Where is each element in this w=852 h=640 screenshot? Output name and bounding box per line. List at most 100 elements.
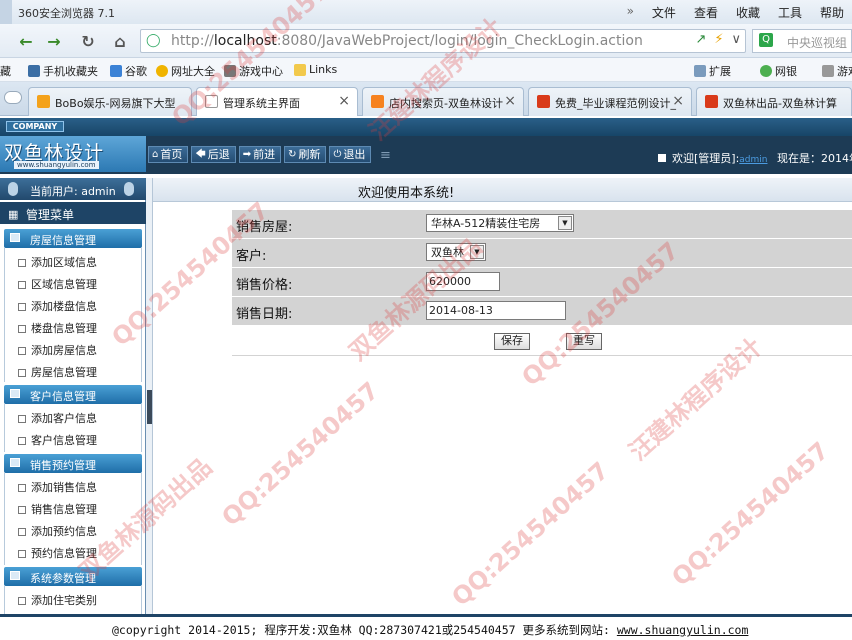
- game-icon: [822, 65, 834, 77]
- app-header: COMPANY 双鱼林设计 www.shuangyulin.com ⌂ 首页 🡄 后…: [0, 118, 852, 174]
- page-icon: [18, 369, 26, 377]
- share-icon[interactable]: ↗: [695, 32, 706, 47]
- refresh-icon: ↻: [288, 149, 297, 160]
- watermark-qq: QQ:254540457: [216, 376, 385, 532]
- close-icon[interactable]: ×: [672, 93, 684, 109]
- group-customer[interactable]: 客户信息管理: [4, 385, 142, 404]
- collapse-handle[interactable]: [147, 390, 152, 424]
- sidebar-item-label: 区域信息管理: [31, 278, 97, 291]
- fav-games-right[interactable]: 游戏: [822, 63, 852, 79]
- sidebar-item-label: 房屋信息管理: [31, 366, 97, 379]
- sidebar-item-reservation-manage[interactable]: 预约信息管理: [18, 545, 97, 561]
- sidebar-item-add-reservation[interactable]: 添加预约信息: [18, 523, 97, 539]
- fav-google[interactable]: 谷歌: [110, 63, 147, 79]
- sidebar-item-area-manage[interactable]: 区域信息管理: [18, 276, 97, 292]
- close-icon[interactable]: ×: [338, 93, 350, 109]
- reset-button[interactable]: 重写: [566, 333, 602, 350]
- sidebar-item-add-house-type[interactable]: 添加住宅类别: [18, 592, 97, 608]
- fav-banking[interactable]: 网银: [760, 63, 797, 79]
- forward-button[interactable]: ➡ 前进: [238, 146, 282, 163]
- fav-games[interactable]: 游戏中心: [224, 63, 283, 79]
- refresh-button[interactable]: ↻ 刷新: [284, 146, 327, 163]
- current-user-label: 当前用户: admin: [30, 185, 116, 198]
- address-url[interactable]: http://localhost:8080/JavaWebProject/log…: [171, 33, 643, 49]
- menu-help[interactable]: 帮助: [820, 4, 844, 21]
- group-label: 系统参数管理: [30, 572, 96, 585]
- square-icon: [658, 154, 666, 162]
- address-bar[interactable]: ◯ http://localhost:8080/JavaWebProject/l…: [140, 29, 746, 53]
- sidebar-item-sale-manage[interactable]: 销售信息管理: [18, 501, 97, 517]
- home-icon[interactable]: ⌂: [108, 29, 132, 53]
- group-system[interactable]: 系统参数管理: [4, 567, 142, 586]
- form-row-customer: 客户: 双鱼林 ▼: [232, 239, 852, 268]
- welcome-text: 欢迎[管理员]:admin 现在是：2014年: [658, 150, 852, 166]
- tab-label: BoBo娱乐-网易旗下大型: [55, 97, 176, 110]
- browser-title: 360安全浏览器 7.1: [18, 7, 115, 20]
- dropdown-arrow-icon[interactable]: ▼: [558, 216, 572, 230]
- form-row-date: 销售日期: 2014-08-13: [232, 297, 852, 326]
- customer-select[interactable]: 双鱼林 ▼: [426, 243, 486, 261]
- tab-shuangyulin[interactable]: 双鱼林出品-双鱼林计算: [696, 87, 852, 116]
- browser-navbar: ← → ↻ ⌂ ◯ http://localhost:8080/JavaWebP…: [0, 24, 852, 58]
- fav-portal-label: 网址大全: [171, 65, 215, 78]
- dropdown-arrow-icon[interactable]: ▼: [470, 245, 484, 259]
- sidebar-item-add-customer[interactable]: 添加客户信息: [18, 410, 97, 426]
- price-input[interactable]: 620000: [426, 272, 500, 291]
- header-buttons: ⌂ 首页 🡄 后退 ➡ 前进 ↻ 刷新 ⏻ 退出: [148, 146, 372, 163]
- more-menu-icon[interactable]: »: [627, 4, 634, 21]
- forward-arrow-icon[interactable]: →: [42, 29, 66, 53]
- sidebar-item-add-house[interactable]: 添加房屋信息: [18, 342, 97, 358]
- menu-file[interactable]: 文件: [652, 4, 676, 21]
- sidebar-item-customer-manage[interactable]: 客户信息管理: [18, 432, 97, 448]
- folder-icon: [10, 571, 20, 580]
- group-sales[interactable]: 销售预约管理: [4, 454, 142, 473]
- sidebar-item-building-manage[interactable]: 楼盘信息管理: [18, 320, 97, 336]
- refresh-button-label: 刷新: [298, 148, 321, 161]
- back-arrow-icon[interactable]: ←: [14, 29, 38, 53]
- tab-favicon: [705, 95, 718, 108]
- refresh-icon[interactable]: ↻: [76, 29, 100, 53]
- footer-link[interactable]: www.shuangyulin.com: [617, 623, 749, 637]
- fav-mobile[interactable]: 手机收藏夹: [28, 63, 98, 79]
- sidebar-item-label: 添加预约信息: [31, 525, 97, 538]
- home-button[interactable]: ⌂ 首页: [148, 146, 189, 163]
- fav-links[interactable]: Links: [294, 63, 337, 76]
- sidebar-item-add-sale[interactable]: 添加销售信息: [18, 479, 97, 495]
- back-button[interactable]: 🡄 后退: [191, 146, 236, 163]
- tab-store-search[interactable]: 店内搜索页-双鱼林设计 ×: [362, 87, 524, 116]
- fav-portal[interactable]: 网址大全: [156, 63, 215, 79]
- house-select[interactable]: 华林A-512精装住宅房 ▼: [426, 214, 574, 232]
- menu-tools[interactable]: 工具: [778, 4, 802, 21]
- group-house[interactable]: 房屋信息管理: [4, 229, 142, 248]
- browser-menu: » 文件 查看 收藏 工具 帮助: [627, 4, 844, 21]
- menu-view[interactable]: 查看: [694, 4, 718, 21]
- menu-favorites[interactable]: 收藏: [736, 4, 760, 21]
- sidebar-item-add-building[interactable]: 添加楼盘信息: [18, 298, 97, 314]
- page-icon: [18, 506, 26, 514]
- cloud-icon[interactable]: [4, 91, 22, 104]
- lightning-icon[interactable]: ⚡: [714, 32, 723, 47]
- close-icon[interactable]: ×: [504, 93, 516, 109]
- save-button[interactable]: 保存: [494, 333, 530, 350]
- sidebar-item-add-area[interactable]: 添加区域信息: [18, 254, 97, 270]
- tab-bar: BoBo娱乐-网易旗下大型 管理系统主界面 × 店内搜索页-双鱼林设计 × 免费…: [0, 82, 852, 116]
- tab-label: 双鱼林出品-双鱼林计算: [723, 97, 837, 110]
- page-icon: [18, 281, 26, 289]
- chevron-down-icon[interactable]: ∨: [731, 32, 741, 47]
- search-engine-icon[interactable]: Q: [759, 33, 773, 47]
- fav-extensions[interactable]: 扩展: [694, 63, 731, 79]
- welcome-user-link[interactable]: admin: [739, 155, 767, 165]
- tab-admin-main[interactable]: 管理系统主界面 ×: [196, 87, 358, 116]
- form-row-house: 销售房屋: 华林A-512精装住宅房 ▼: [232, 210, 852, 239]
- tab-bobo[interactable]: BoBo娱乐-网易旗下大型: [28, 87, 192, 116]
- fav-overflow[interactable]: 藏: [0, 63, 11, 79]
- page-icon: [18, 303, 26, 311]
- sidebar-item-house-manage[interactable]: 房屋信息管理: [18, 364, 97, 380]
- header-strip: [0, 118, 852, 136]
- tab-free-course[interactable]: 免费_毕业课程范例设计_ ×: [528, 87, 692, 116]
- logout-button[interactable]: ⏻ 退出: [329, 146, 372, 163]
- favorites-bar: 藏 手机收藏夹 谷歌 网址大全 游戏中心 Links 扩展 网银 游戏: [0, 58, 852, 82]
- search-box[interactable]: Q 中央巡视组: [752, 29, 852, 53]
- sidebar-splitter[interactable]: [146, 178, 153, 614]
- date-input[interactable]: 2014-08-13: [426, 301, 566, 320]
